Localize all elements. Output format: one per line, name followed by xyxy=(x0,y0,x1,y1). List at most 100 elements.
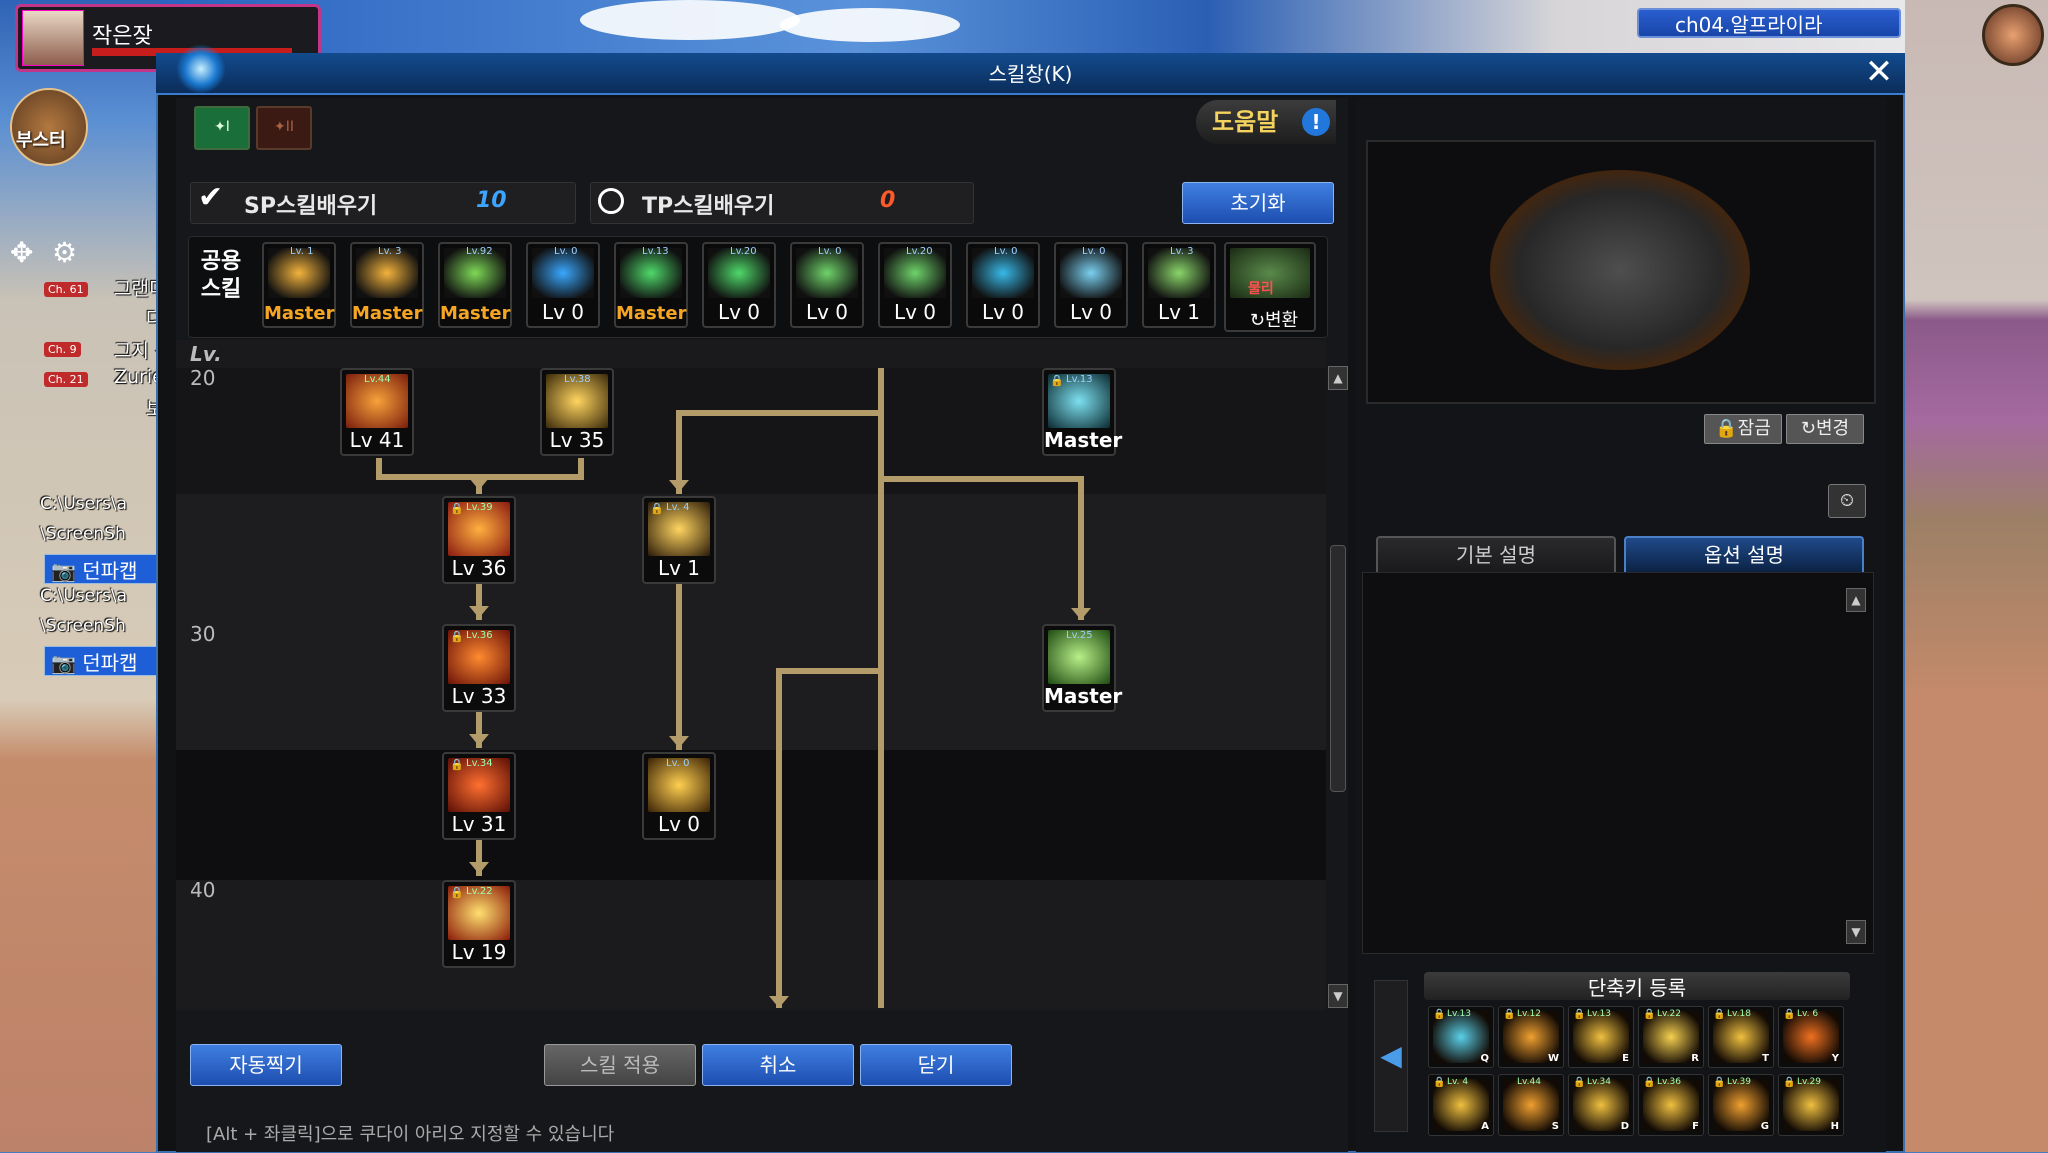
skill-level: Master xyxy=(352,303,423,324)
timer-icon[interactable]: ⏲ xyxy=(1828,484,1866,518)
reset-button[interactable]: 초기화 xyxy=(1182,182,1334,224)
scroll-up-icon[interactable]: ▲ xyxy=(1328,366,1348,390)
skill-level: Lv 0 xyxy=(541,300,585,324)
shortcut-slot[interactable]: 🔒 Lv.34 D xyxy=(1568,1074,1634,1136)
capture-button[interactable]: 📷 던파캡 xyxy=(44,646,172,676)
tree-skill-node[interactable]: Lv.38 Lv 35 xyxy=(540,368,614,456)
shortcut-slot[interactable]: 🔒 Lv.22 R xyxy=(1638,1006,1704,1068)
channel-badge: Ch. 61 xyxy=(44,282,88,297)
node-level: Master xyxy=(1044,684,1123,708)
sp-value: 10 xyxy=(476,188,507,213)
path-text: C:\Users\a xyxy=(40,586,128,606)
shortcut-key: D xyxy=(1620,1121,1629,1132)
cancel-button[interactable]: 취소 xyxy=(702,1044,854,1086)
scroll-up-icon[interactable]: ▲ xyxy=(1846,588,1866,612)
apply-skill-button[interactable]: 스킬 적용 xyxy=(544,1044,696,1086)
auto-allocate-button[interactable]: 자동찍기 xyxy=(190,1044,342,1086)
tree-row xyxy=(176,880,1326,1008)
common-skill-slot[interactable]: Lv.13 Master xyxy=(614,242,688,328)
tree-skill-node[interactable]: 🔒 Lv.22 Lv 19 xyxy=(442,880,516,968)
skill-level: Master xyxy=(616,303,687,324)
node-level-tag: Lv.44 xyxy=(364,374,391,385)
skill-level: Lv 1 xyxy=(1157,300,1201,324)
tree-skill-node[interactable]: 🔒 Lv. 4 Lv 1 xyxy=(642,496,716,584)
capture-label: 던파캡 xyxy=(82,651,138,675)
shortcut-slot[interactable]: 🔒 Lv.36 F xyxy=(1638,1074,1704,1136)
camera-icon: 📷 xyxy=(51,559,83,583)
booster-label: 부스터 xyxy=(16,130,66,151)
shortcut-slot[interactable]: 🔒 Lv. 4 A xyxy=(1428,1074,1494,1136)
scroll-down-icon[interactable]: ▼ xyxy=(1846,920,1866,944)
shortcut-title: 단축키 등록 xyxy=(1424,972,1850,1000)
level-label: 30 xyxy=(190,622,216,646)
skill-level-tag: Lv. 3 xyxy=(378,246,402,257)
capture-button[interactable]: 📷 던파캡 xyxy=(44,554,172,584)
close-button[interactable]: 닫기 xyxy=(860,1044,1012,1086)
close-icon[interactable]: ✕ xyxy=(1862,55,1896,89)
arrow-down-icon xyxy=(669,480,689,492)
tab-skill-1[interactable]: ✦I xyxy=(194,106,250,150)
common-skill-slot[interactable]: Lv. 0 Lv 0 xyxy=(966,242,1040,328)
common-skill-slot[interactable]: Lv. 3 Lv 1 xyxy=(1142,242,1216,328)
node-level: Master xyxy=(1044,428,1123,452)
tree-skill-node[interactable]: Lv.25 Master xyxy=(1042,624,1123,712)
tree-skill-node[interactable]: Lv. 0 Lv 0 xyxy=(642,752,716,840)
game-logo-emblem xyxy=(1490,170,1750,370)
shortcut-prev-icon[interactable]: ◀ xyxy=(1374,980,1408,1132)
tree-skill-node[interactable]: 🔒 Lv.13 Master xyxy=(1042,368,1123,456)
skill-level-tag: Lv.20 xyxy=(906,246,933,257)
lock-icon: 🔒 xyxy=(1050,374,1064,387)
scroll-down-icon[interactable]: ▼ xyxy=(1328,984,1348,1008)
shortcut-slot[interactable]: 🔒 Lv.29 H xyxy=(1778,1074,1844,1136)
shortcut-level-tag: Lv.12 xyxy=(1517,1009,1541,1019)
skill-level-tag: Lv. 0 xyxy=(554,246,578,257)
gear-icon[interactable]: ⚙ xyxy=(52,236,77,269)
camera-icon: 📷 xyxy=(51,651,83,675)
channel-display[interactable]: ch04.알프라이라 xyxy=(1637,8,1901,38)
clock-icon[interactable] xyxy=(1982,4,2044,66)
change-button[interactable]: ↻변경 xyxy=(1786,414,1864,444)
shortcut-level-tag: Lv.29 xyxy=(1797,1077,1821,1087)
common-skill-slot[interactable]: Lv. 0 Lv 0 xyxy=(526,242,600,328)
level-label: 40 xyxy=(190,878,216,902)
skill-level-tag: Lv. 0 xyxy=(1082,246,1106,257)
shortcut-slot[interactable]: 🔒 Lv.13 E xyxy=(1568,1006,1634,1068)
shortcut-level-tag: Lv. 4 xyxy=(1447,1077,1469,1087)
shortcut-level-tag: Lv.22 xyxy=(1657,1009,1681,1019)
tab-skill-2[interactable]: ✦II xyxy=(256,106,312,150)
node-level-tag: Lv.39 xyxy=(466,502,493,513)
skill-level: Lv 0 xyxy=(805,300,849,324)
shortcut-slot[interactable]: Lv.44 S xyxy=(1498,1074,1564,1136)
node-level: Lv 41 xyxy=(349,428,405,452)
tree-skill-node[interactable]: Lv.44 Lv 41 xyxy=(340,368,414,456)
common-skill-slot[interactable]: Lv. 0 Lv 0 xyxy=(1054,242,1128,328)
lock-icon: 🔒 xyxy=(1573,1077,1586,1088)
shortcut-slot[interactable]: 🔒 Lv.12 W xyxy=(1498,1006,1564,1068)
common-skill-label: 공용 스킬 xyxy=(194,248,248,304)
shortcut-slot[interactable]: 🔒 Lv.13 Q xyxy=(1428,1006,1494,1068)
tree-skill-node[interactable]: 🔒 Lv.39 Lv 36 xyxy=(442,496,516,584)
shortcut-level-tag: Lv.13 xyxy=(1447,1009,1471,1019)
common-skill-slot[interactable]: Lv. 1 Master xyxy=(262,242,336,328)
lock-icon: 🔒 xyxy=(450,886,464,899)
tree-skill-node[interactable]: 🔒 Lv.36 Lv 33 xyxy=(442,624,516,712)
skill-level: Lv 0 xyxy=(717,300,761,324)
common-skill-slot[interactable]: Lv.20 Lv 0 xyxy=(702,242,776,328)
common-skill-slot[interactable]: Lv.92 Master xyxy=(438,242,512,328)
scrollbar-thumb[interactable] xyxy=(1330,545,1346,792)
node-level-tag: Lv.22 xyxy=(466,886,493,897)
node-level-tag: Lv.36 xyxy=(466,630,493,641)
check-icon[interactable]: ✔ xyxy=(198,180,223,215)
common-skill-slot[interactable]: Lv. 0 Lv 0 xyxy=(790,242,864,328)
lock-button[interactable]: 🔒잠금 xyxy=(1704,414,1782,444)
move-icon[interactable]: ✥ xyxy=(10,236,33,269)
shortcut-slot[interactable]: 🔒 Lv.18 T xyxy=(1708,1006,1774,1068)
shortcut-slot[interactable]: 🔒 Lv. 6 Y xyxy=(1778,1006,1844,1068)
tab-option-description[interactable]: 옵션 설명 xyxy=(1624,536,1864,572)
common-skill-slot[interactable]: Lv. 3 Master xyxy=(350,242,424,328)
radio-icon[interactable] xyxy=(598,188,624,214)
tab-basic-description[interactable]: 기본 설명 xyxy=(1376,536,1616,572)
tree-skill-node[interactable]: 🔒 Lv.34 Lv 31 xyxy=(442,752,516,840)
shortcut-slot[interactable]: 🔒 Lv.39 G xyxy=(1708,1074,1774,1136)
common-skill-slot[interactable]: Lv.20 Lv 0 xyxy=(878,242,952,328)
